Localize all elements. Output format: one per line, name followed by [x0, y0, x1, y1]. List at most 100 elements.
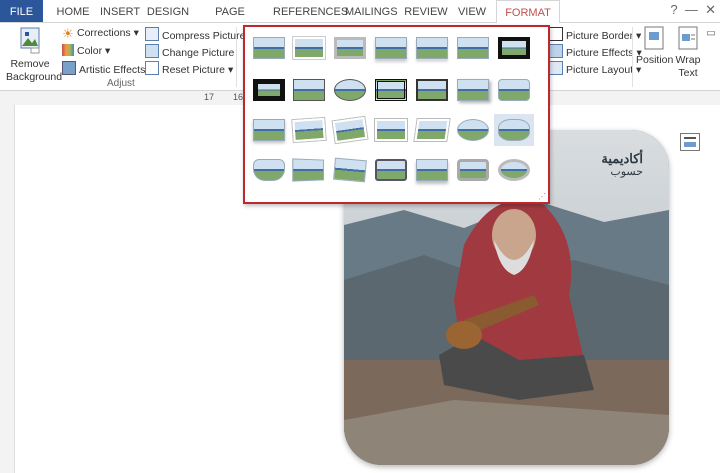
wrap-text-label-1: Wrap [675, 54, 701, 66]
picture-style-option[interactable] [453, 32, 493, 64]
picture-style-option[interactable] [330, 114, 370, 146]
remove-background-button[interactable]: Remove Background [6, 26, 62, 84]
picture-style-option[interactable] [249, 74, 289, 106]
tab-home[interactable]: HOME [53, 0, 93, 22]
picture-style-thumbnail [457, 79, 489, 101]
picture-style-option[interactable] [330, 74, 370, 106]
picture-style-option[interactable] [412, 114, 452, 146]
compress-pictures-button[interactable]: Compress Pictures [145, 27, 251, 43]
tab-view[interactable]: VIEW [455, 0, 489, 22]
picture-style-thumbnail [293, 37, 325, 59]
picture-style-thumbnail [292, 117, 326, 143]
watermark-logo: أكاديمية حسوب [601, 152, 643, 179]
picture-border-icon [549, 27, 563, 41]
close-icon[interactable]: ✕ [705, 2, 716, 17]
tab-format[interactable]: FORMAT [496, 0, 560, 24]
picture-style-thumbnail [334, 37, 366, 59]
picture-style-option[interactable] [453, 114, 493, 146]
corrections-icon: ☀ [62, 26, 74, 41]
picture-layout-button[interactable]: Picture Layout ▾ [549, 61, 641, 77]
picture-style-option[interactable] [412, 74, 452, 106]
picture-style-option[interactable] [371, 114, 411, 146]
picture-style-thumbnail [332, 116, 368, 144]
wrap-text-icon [678, 26, 698, 50]
tab-references[interactable]: REFERENCES [273, 0, 348, 22]
picture-style-option[interactable] [494, 74, 534, 106]
tab-review[interactable]: REVIEW [404, 0, 448, 22]
chevron-down-icon: ▾ [133, 27, 139, 39]
wrap-text-button[interactable]: Wrap Text [674, 26, 702, 80]
picture-style-thumbnail [498, 119, 530, 141]
picture-style-thumbnail [416, 37, 448, 59]
window-controls: ? — ✕ [670, 2, 716, 18]
tab-mailings[interactable]: MAILINGS [345, 0, 398, 22]
tab-design[interactable]: DESIGN [146, 0, 190, 22]
tab-insert[interactable]: INSERT [100, 0, 140, 22]
picture-style-option[interactable] [249, 154, 289, 186]
picture-style-option[interactable] [289, 74, 329, 106]
picture-style-thumbnail [292, 158, 325, 182]
picture-style-option[interactable] [453, 74, 493, 106]
remove-background-label-1: Remove [10, 58, 50, 70]
ruler-number: 16 [233, 92, 244, 102]
picture-style-thumbnail [375, 119, 407, 141]
picture-style-thumbnail [375, 79, 407, 101]
picture-style-option[interactable] [330, 32, 370, 64]
picture-style-thumbnail [457, 159, 489, 181]
picture-style-option[interactable] [289, 154, 329, 186]
reset-picture-button[interactable]: Reset Picture ▾ [145, 61, 233, 77]
picture-style-option[interactable] [289, 114, 329, 146]
picture-style-option[interactable] [249, 114, 289, 146]
resize-grip-icon[interactable]: ⋰ [538, 192, 546, 201]
artistic-effects-button[interactable]: Artistic Effects ▾ [62, 61, 154, 77]
picture-style-thumbnail [416, 79, 448, 101]
change-picture-button[interactable]: Change Picture [145, 44, 234, 60]
layout-options-icon[interactable] [680, 133, 700, 151]
position-label: Position [636, 54, 674, 66]
artistic-effects-icon [62, 61, 76, 75]
position-button[interactable]: Position [636, 26, 674, 67]
picture-border-button[interactable]: Picture Border ▾ [549, 27, 641, 43]
bring-forward-icon[interactable]: ▭ [706, 27, 718, 40]
tab-page-layout[interactable]: PAGE LAYOUT [197, 0, 263, 42]
remove-background-icon [20, 27, 40, 54]
picture-style-thumbnail [253, 119, 285, 141]
picture-style-option[interactable] [289, 32, 329, 64]
chevron-down-icon: ▾ [227, 64, 234, 76]
reset-picture-icon [145, 61, 159, 75]
picture-style-option[interactable] [371, 32, 411, 64]
color-icon [62, 44, 74, 56]
watermark-line-1: أكاديمية [601, 151, 643, 166]
picture-style-thumbnail [457, 119, 489, 141]
chevron-down-icon: ▾ [105, 45, 111, 57]
picture-style-option[interactable] [371, 154, 411, 186]
picture-style-option[interactable] [371, 74, 411, 106]
picture-styles-gallery[interactable]: ⋰ [243, 25, 550, 204]
picture-style-thumbnail [293, 79, 325, 101]
remove-background-label-2: Background [6, 71, 63, 83]
picture-style-option[interactable] [412, 154, 452, 186]
minimize-icon[interactable]: — [685, 2, 698, 17]
group-separator [632, 27, 633, 87]
picture-style-option[interactable] [453, 154, 493, 186]
picture-effects-button[interactable]: Picture Effects ▾ [549, 44, 642, 60]
picture-style-option[interactable] [494, 114, 534, 146]
picture-style-option[interactable] [330, 154, 370, 186]
picture-style-thumbnail [375, 159, 407, 181]
tab-file[interactable]: FILE [0, 0, 43, 22]
watermark-line-2: حسوب [610, 166, 643, 178]
picture-style-thumbnail [334, 79, 366, 101]
corrections-button[interactable]: ☀ Corrections ▾ [62, 27, 139, 40]
picture-style-thumbnail [498, 159, 530, 181]
picture-style-option[interactable] [249, 32, 289, 64]
picture-style-thumbnail [416, 159, 448, 181]
color-button[interactable]: Color ▾ [62, 44, 110, 58]
help-icon[interactable]: ? [670, 2, 677, 17]
picture-style-thumbnail [375, 37, 407, 59]
vertical-ruler[interactable] [0, 105, 15, 473]
picture-style-thumbnail [253, 37, 285, 59]
picture-style-option[interactable] [412, 32, 452, 64]
picture-effects-icon [549, 44, 563, 58]
picture-style-option[interactable] [494, 154, 534, 186]
picture-style-option[interactable] [494, 32, 534, 64]
